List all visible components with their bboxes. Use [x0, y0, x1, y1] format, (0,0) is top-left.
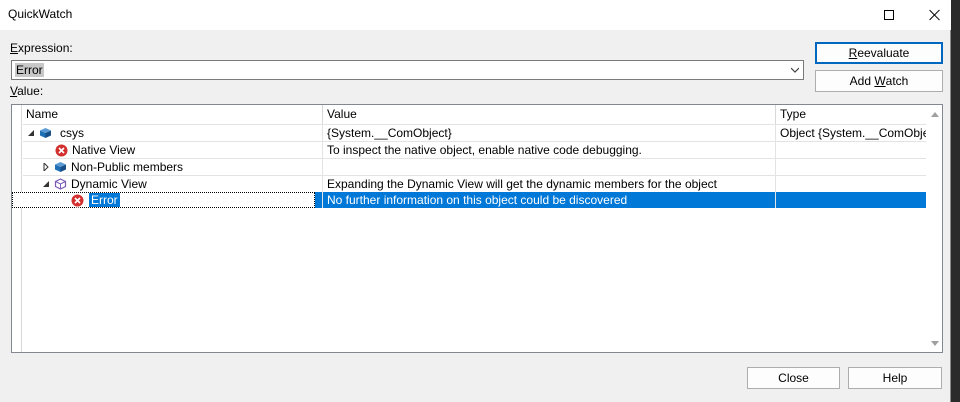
close-icon — [929, 9, 941, 21]
column-divider — [322, 124, 323, 208]
expression-input[interactable]: Error — [15, 63, 44, 77]
maximize-button[interactable] — [866, 0, 912, 30]
quickwatch-dialog: QuickWatch Expression: Error Reevaluate … — [0, 0, 951, 402]
collapsed-triangle-icon[interactable] — [42, 163, 50, 171]
row-type — [780, 177, 926, 191]
expanded-triangle-icon[interactable] — [42, 180, 50, 188]
chevron-down-icon[interactable] — [791, 66, 799, 74]
row-value — [327, 160, 775, 174]
column-header-name[interactable]: Name — [23, 107, 321, 122]
expanded-triangle-icon[interactable] — [27, 129, 35, 137]
row-value: Expanding the Dynamic View will get the … — [327, 177, 717, 191]
maximize-icon — [884, 10, 894, 20]
table-row[interactable]: Native View To inspect the native object… — [23, 142, 926, 158]
grid-gutter — [12, 105, 22, 352]
row-type — [780, 160, 926, 174]
row-name: Native View — [72, 143, 136, 157]
column-header-value[interactable]: Value — [324, 107, 775, 122]
row-name: csys — [60, 126, 84, 140]
table-row[interactable]: csys {System.__ComObject} Object {System… — [23, 125, 926, 141]
header-divider[interactable] — [775, 105, 776, 124]
vertical-scrollbar[interactable] — [928, 105, 942, 352]
row-value: To inspect the native object, enable nat… — [327, 143, 642, 157]
scroll-up-arrow-icon[interactable] — [931, 111, 939, 119]
column-header-type[interactable]: Type — [777, 107, 927, 122]
dynamic-view-icon — [54, 178, 67, 190]
table-row[interactable]: Dynamic View Expanding the Dynamic View … — [23, 176, 926, 192]
value-grid: Name Value Type csys {System.__ComObject… — [11, 104, 943, 353]
table-row-selected[interactable]: Error No further information on this obj… — [12, 192, 926, 208]
header-divider[interactable] — [322, 105, 323, 124]
row-value: {System.__ComObject} — [327, 126, 452, 140]
window-title: QuickWatch — [8, 7, 73, 21]
help-button[interactable]: Help — [848, 367, 942, 389]
error-icon — [55, 144, 68, 156]
row-type: Object {System.__ComObje... — [780, 126, 926, 140]
value-label: Value: — [10, 84, 44, 98]
add-watch-button[interactable]: Add Watch — [815, 70, 943, 92]
object-icon — [55, 162, 66, 172]
row-type — [780, 143, 926, 157]
expression-combobox[interactable]: Error — [11, 60, 804, 80]
object-icon — [40, 128, 51, 138]
window-close-button[interactable] — [912, 0, 958, 30]
column-divider — [775, 124, 776, 208]
table-row[interactable]: Non-Public members — [23, 159, 926, 175]
focus-rectangle — [12, 192, 315, 208]
row-value: No further information on this object co… — [327, 193, 628, 207]
scroll-down-arrow-icon[interactable] — [931, 339, 939, 347]
title-bar: QuickWatch — [0, 0, 951, 30]
expression-label: Expression: — [10, 41, 73, 55]
reevaluate-button[interactable]: Reevaluate — [815, 42, 943, 64]
row-name: Dynamic View — [71, 177, 147, 191]
error-icon — [70, 193, 85, 207]
row-name: Error — [89, 193, 120, 207]
close-button[interactable]: Close — [747, 367, 840, 389]
row-name: Non-Public members — [71, 160, 184, 174]
row-type — [780, 193, 926, 207]
